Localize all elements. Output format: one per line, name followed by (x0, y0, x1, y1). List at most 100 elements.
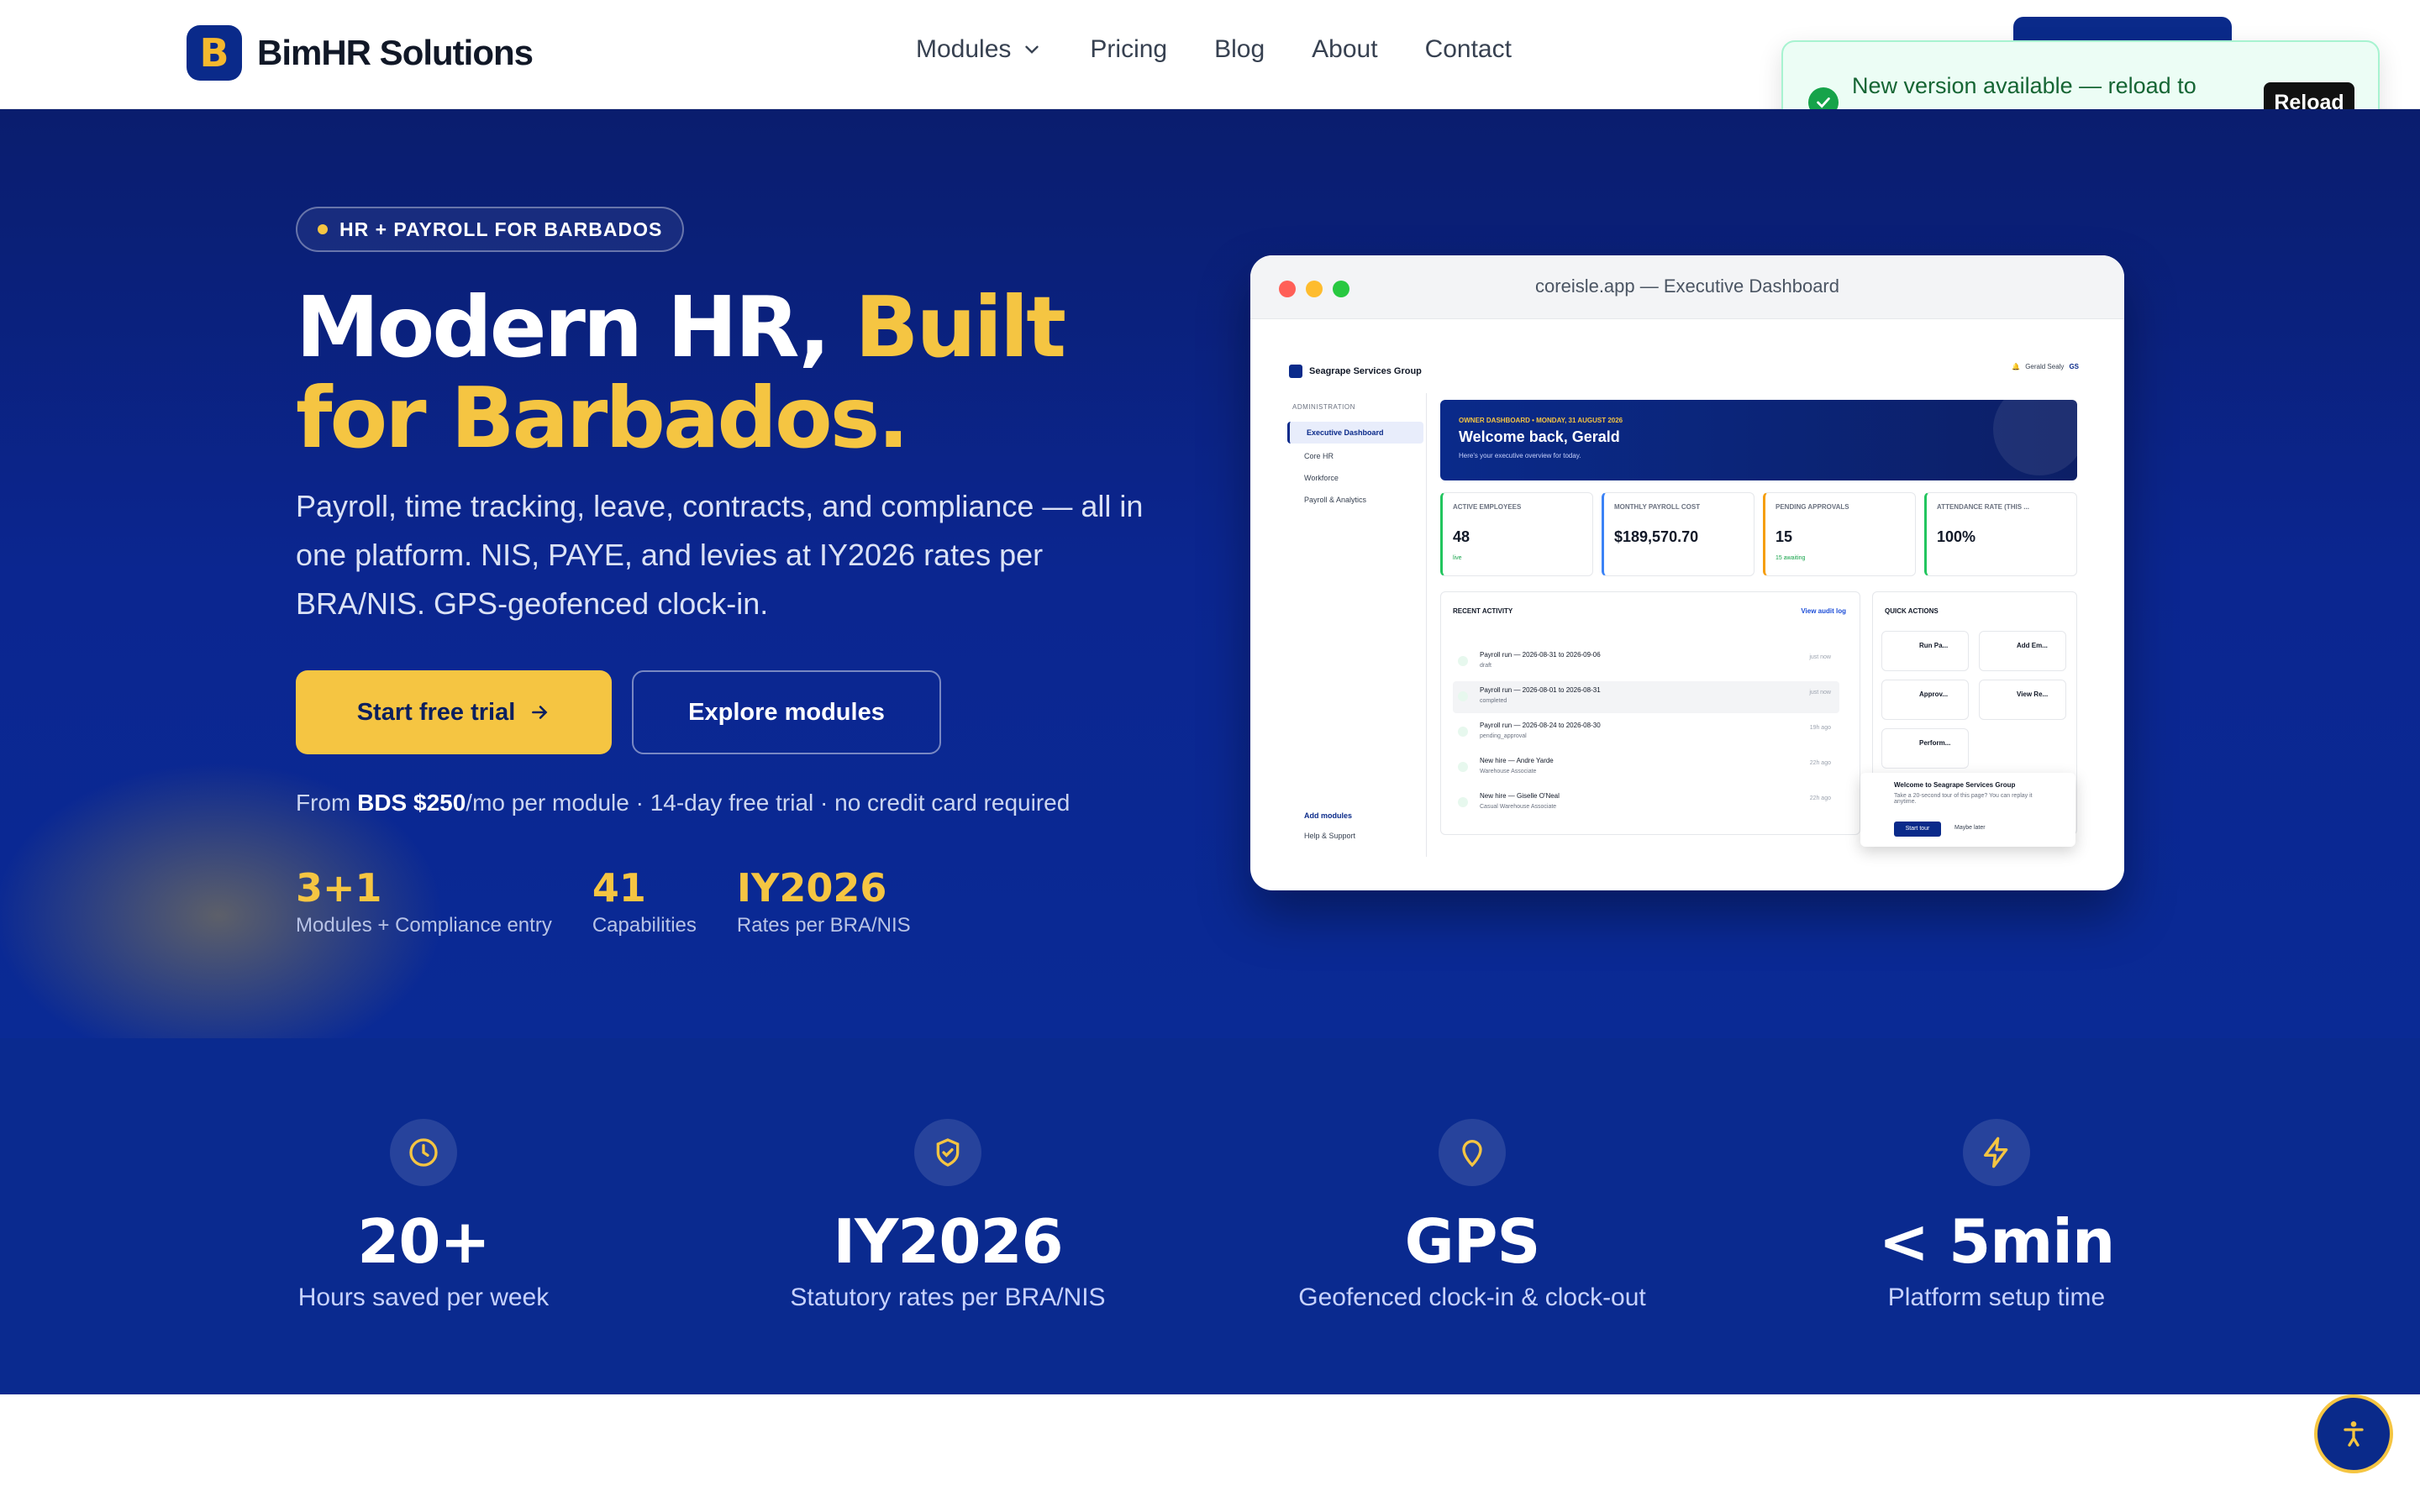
stat-value: 20+ (357, 1206, 491, 1277)
list-item: New hire — Giselle O'Neal Casual Warehou… (1453, 787, 1839, 819)
stat-label: Platform setup time (1887, 1284, 2106, 1311)
activity-time: just now (1809, 654, 1831, 660)
bolt-icon (1963, 1119, 2030, 1186)
activity-time: 22h ago (1809, 760, 1831, 766)
hero-subtitle: Payroll, time tracking, leave, contracts… (296, 489, 1144, 621)
list-item: New hire — Andre Yarde Warehouse Associa… (1453, 752, 1839, 784)
welcome-banner: OWNER DASHBOARD • MONDAY, 31 AUGUST 2026… (1440, 400, 2077, 480)
arrow-right-icon (532, 706, 548, 719)
user-plus-icon (1458, 762, 1468, 772)
brand-name: BimHR Solutions (257, 33, 534, 72)
stats-band: 20+ Hours saved per week IY2026 Statutor… (0, 1038, 2420, 1394)
start-trial-button[interactable]: Start free trial (296, 670, 612, 754)
tour-later-button: Maybe later (1954, 825, 1986, 831)
stat-item: IY2026 Statutory rates per BRA/NIS (713, 1119, 1183, 1312)
activity-text: Payroll run — 2026-08-31 to 2026-09-06 (1480, 651, 1601, 659)
kpi-value: 15 (1776, 528, 1793, 545)
explore-modules-button[interactable]: Explore modules (632, 670, 941, 754)
kpi-label: PENDING APPROVALS (1776, 503, 1849, 511)
user-name: Gerald Sealy (2025, 363, 2065, 370)
window-titlebar: coreisle.app — Executive Dashboard (1250, 255, 2124, 319)
logo-mark-icon: B (187, 25, 242, 81)
tour-start-button: Start tour (1894, 822, 1941, 837)
hero-section: HR + PAYROLL FOR BARBADOS Modern HR, Bui… (0, 109, 2420, 1038)
nav-about[interactable]: About (1312, 35, 1377, 64)
kpi-card: MONTHLY PAYROLL COST $189,570.70 (1602, 492, 1754, 576)
nav-modules[interactable]: Modules (916, 35, 1043, 64)
stat-label: Statutory rates per BRA/NIS (790, 1284, 1106, 1311)
map-pin-icon (1439, 1119, 1506, 1186)
hero-stats: 3+1 Modules + Compliance entry 41 Capabi… (296, 865, 911, 937)
hero-title-white: Modern HR, (296, 278, 855, 376)
hero-stat-label: Rates per BRA/NIS (736, 914, 911, 937)
nav-pricing[interactable]: Pricing (1090, 35, 1167, 64)
quick-action: Add Em... (1979, 631, 2066, 671)
sidebar-heading: ADMINISTRATION (1292, 403, 1355, 411)
kpi-label: ACTIVE EMPLOYEES (1453, 503, 1522, 511)
welcome-subtitle: Here's your executive overview for today… (1459, 452, 1581, 459)
hero-stat-label: Capabilities (592, 914, 697, 937)
activity-sub: completed (1480, 698, 1507, 704)
kpi-label: ATTENDANCE RATE (THIS ... (1937, 503, 2029, 511)
kpi-value: 100% (1937, 528, 1976, 545)
hero-badge: HR + PAYROLL FOR BARBADOS (296, 207, 685, 252)
kpi-label: MONTHLY PAYROLL COST (1614, 503, 1701, 511)
brand-logo[interactable]: B BimHR Solutions (187, 25, 534, 81)
activity-sub: Warehouse Associate (1480, 769, 1537, 774)
quick-action-label: Run Pa... (1919, 642, 1949, 649)
quick-action: View Re... (1979, 680, 2066, 720)
main-nav: Modules Pricing Blog About Contact (916, 35, 1559, 64)
welcome-title: Welcome back, Gerald (1459, 428, 1620, 445)
user-initials: GS (2069, 363, 2079, 370)
chevron-down-icon (1025, 45, 1039, 54)
user-plus-icon (1458, 797, 1468, 807)
stat-value: GPS (1404, 1206, 1541, 1277)
hero-stat-value: 3+1 (296, 865, 382, 911)
activity-sub: Casual Warehouse Associate (1480, 804, 1557, 810)
shield-check-icon (914, 1119, 981, 1186)
welcome-eyebrow: OWNER DASHBOARD • MONDAY, 31 AUGUST 2026 (1459, 417, 1623, 424)
stat-item: 20+ Hours saved per week (188, 1119, 659, 1312)
page: B BimHR Solutions Modules Pricing Blog A… (0, 0, 2420, 1512)
accessibility-button[interactable] (2314, 1394, 2393, 1473)
accessibility-icon (2344, 1421, 2364, 1446)
hero-stat-label: Modules + Compliance entry (296, 914, 552, 937)
quick-action-label: Approv... (1919, 690, 1949, 698)
kpi-value: $189,570.70 (1614, 528, 1699, 545)
quick-action: Approv... (1881, 680, 1969, 720)
price-suffix: /mo per module · 14-day free trial · no … (466, 790, 1071, 816)
window-title: coreisle.app — Executive Dashboard (1535, 276, 1839, 297)
sidebar-item-dashboard: Executive Dashboard (1287, 422, 1423, 444)
badge-dot-icon (318, 224, 328, 234)
recent-activity-panel: RECENT ACTIVITY View audit log Payroll r… (1440, 591, 1860, 835)
start-trial-label: Start free trial (356, 698, 516, 726)
dollar-icon (1458, 727, 1468, 737)
tour-text: Take a 20-second tour of this page? You … (1894, 793, 2033, 805)
stat-label: Geofenced clock-in & clock-out (1298, 1284, 1646, 1311)
quick-actions-title: QUICK ACTIONS (1885, 607, 1939, 615)
list-item: Payroll run — 2026-08-01 to 2026-08-31 c… (1453, 681, 1839, 713)
tour-popover: Welcome to Seagrape Services Group Take … (1860, 773, 2075, 847)
nav-blog[interactable]: Blog (1214, 35, 1265, 64)
price-amount: BDS $250 (357, 790, 466, 816)
dollar-icon (1458, 691, 1468, 701)
activity-time: 22h ago (1809, 795, 1831, 801)
tour-title: Welcome to Seagrape Services Group (1894, 781, 2016, 789)
nav-contact[interactable]: Contact (1425, 35, 1512, 64)
sidebar-item-workforce: Workforce (1304, 474, 1339, 482)
price-prefix: From (296, 790, 358, 816)
kpi-value: 48 (1453, 528, 1470, 545)
dashboard-preview: coreisle.app — Executive Dashboard Seagr… (1250, 255, 2124, 890)
stat-item: < 5min Platform setup time (1761, 1119, 2232, 1312)
dashboard-sidebar: ADMINISTRATION Executive Dashboard Core … (1284, 393, 1427, 857)
list-item: Payroll run — 2026-08-24 to 2026-08-30 p… (1453, 717, 1839, 748)
org-switcher: Seagrape Services Group (1289, 365, 1422, 378)
dollar-icon (1458, 656, 1468, 666)
kpi-card: ACTIVE EMPLOYEES 48 live (1440, 492, 1593, 576)
clock-icon (390, 1119, 457, 1186)
hero-stat: 41 Capabilities (592, 865, 697, 937)
user-menu: 🔔 Gerald Sealy GS (2012, 363, 2079, 370)
org-logo-icon (1289, 365, 1302, 378)
hero-title: Modern HR, Built for Barbados. (296, 282, 1178, 464)
quick-action-label: Add Em... (2017, 642, 2048, 649)
